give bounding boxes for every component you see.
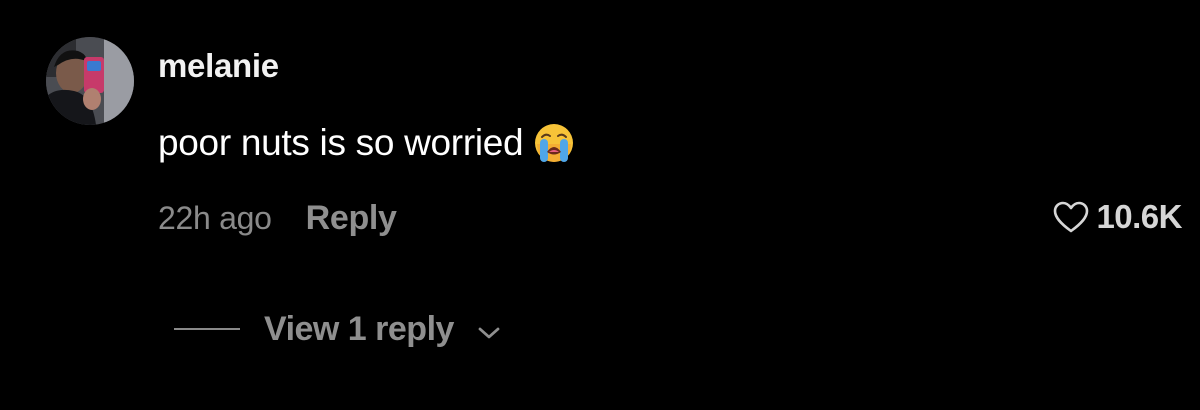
- comment-meta: 22h ago Reply: [158, 196, 397, 240]
- comment-text: poor nuts is so worried: [158, 122, 524, 163]
- loudly-crying-face-emoji: [533, 122, 575, 164]
- view-replies-button[interactable]: View 1 reply: [174, 306, 502, 352]
- view-replies-label: View 1 reply: [264, 309, 454, 348]
- comment-body: poor nuts is so worried: [158, 120, 575, 166]
- avatar-photo: [46, 37, 134, 125]
- comment-item: melanie poor nuts is so worried 22h ago …: [0, 0, 1200, 410]
- reply-button[interactable]: Reply: [306, 199, 397, 238]
- reply-divider-line: [174, 328, 240, 330]
- like-button[interactable]: 10.6K: [1052, 194, 1182, 240]
- heart-outline-icon: [1054, 201, 1089, 233]
- avatar[interactable]: [46, 37, 134, 125]
- username[interactable]: melanie: [158, 46, 279, 86]
- timestamp: 22h ago: [158, 199, 272, 236]
- like-count: 10.6K: [1096, 198, 1182, 235]
- chevron-down-icon: [478, 327, 500, 339]
